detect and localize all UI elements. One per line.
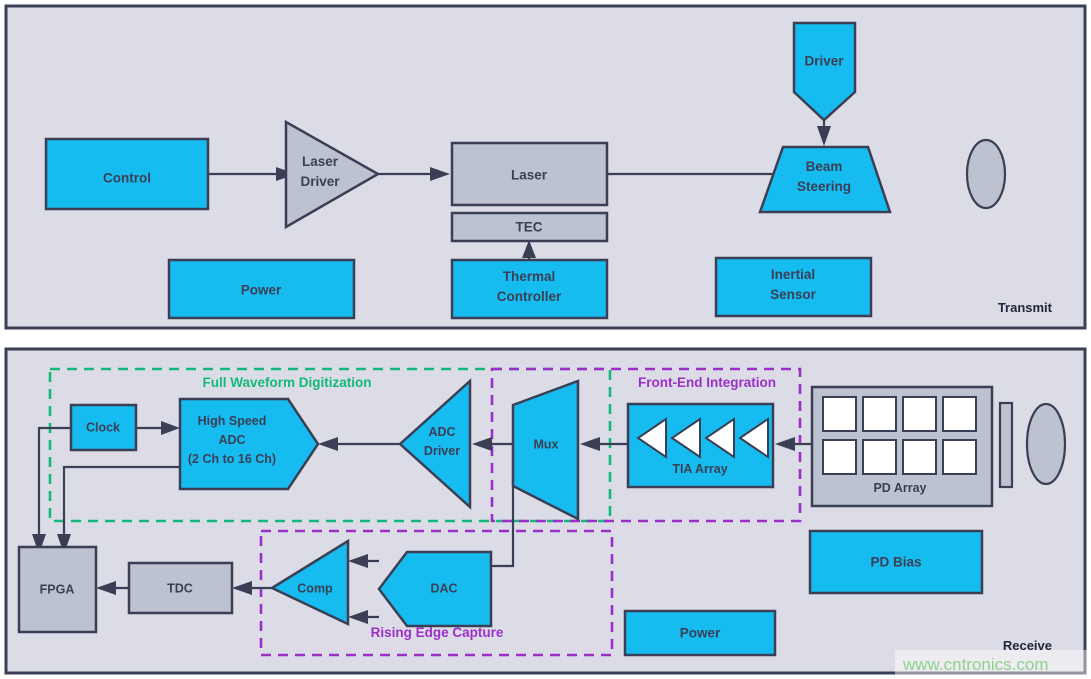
block-power-receive-label: Power: [680, 626, 721, 641]
block-inertial-label-1: Inertial: [771, 267, 815, 282]
block-adc-driver-label-1: ADC: [428, 425, 455, 439]
block-power-transmit-label: Power: [241, 283, 282, 298]
group-front-end-label: Front-End Integration: [638, 375, 776, 390]
block-power-receive: Power: [623, 609, 777, 657]
block-pd-array-label: PD Array: [873, 481, 926, 495]
block-pd-array: PD Array: [810, 385, 994, 508]
block-adc-label-3: (2 Ch to 16 Ch): [188, 452, 276, 466]
block-beam-steering-label-1: Beam: [806, 159, 843, 174]
block-laser-driver-label-2: Driver: [300, 174, 340, 189]
block-tia-array-label: TIA Array: [672, 462, 727, 476]
block-driver-transmit-label: Driver: [804, 54, 844, 69]
block-tia-array: TIA Array: [626, 402, 775, 489]
block-fpga: FPGA: [17, 545, 98, 634]
block-adc-driver-label-2: Driver: [424, 444, 460, 458]
block-clock: Clock: [69, 403, 138, 452]
block-thermal-controller: Thermal Controller: [450, 258, 609, 320]
transmit-panel: Control Laser Driver Laser TEC Thermal C…: [4, 4, 1087, 330]
block-tec-label: TEC: [516, 220, 543, 235]
block-tdc-label: TDC: [167, 581, 193, 595]
group-full-waveform-label: Full Waveform Digitization: [202, 375, 371, 390]
block-control: Control: [44, 137, 210, 211]
block-pd-bias-label: PD Bias: [870, 555, 921, 570]
block-power-transmit: Power: [167, 258, 356, 320]
block-tdc: TDC: [127, 561, 234, 615]
block-fpga-label: FPGA: [40, 582, 75, 596]
receive-panel: Full Waveform Digitization Front-End Int…: [4, 347, 1087, 675]
block-inertial-label-2: Sensor: [770, 287, 817, 302]
block-beam-steering-label-2: Steering: [797, 179, 851, 194]
block-laser-label: Laser: [511, 168, 548, 183]
block-high-speed-adc: High Speed ADC (2 Ch to 16 Ch): [178, 397, 320, 491]
block-dac-label: DAC: [430, 581, 457, 595]
block-adc-label-2: ADC: [218, 433, 245, 447]
transmit-lens-icon: [965, 138, 1007, 210]
block-mux-label: Mux: [534, 437, 559, 451]
watermark-text: www.cntronics.com: [902, 655, 1048, 674]
block-beam-steering: Beam Steering: [758, 145, 892, 214]
block-tec: TEC: [450, 211, 609, 243]
block-clock-label: Clock: [86, 420, 120, 434]
block-comp-label: Comp: [297, 581, 333, 595]
block-control-label: Control: [103, 171, 151, 186]
receive-lens-icon: [1025, 402, 1067, 486]
transmit-panel-label: Transmit: [998, 300, 1053, 315]
block-thermal-label-1: Thermal: [503, 269, 556, 284]
block-pd-bias: PD Bias: [808, 529, 984, 595]
block-adc-label-1: High Speed: [198, 414, 267, 428]
block-laser: Laser: [450, 141, 609, 207]
block-thermal-label-2: Controller: [497, 289, 562, 304]
block-inertial-sensor: Inertial Sensor: [714, 256, 873, 318]
block-laser-driver-label-1: Laser: [302, 154, 339, 169]
watermark: www.cntronics.com: [895, 650, 1091, 679]
optical-filter-icon: [998, 401, 1014, 489]
lidar-block-diagram: Control Laser Driver Laser TEC Thermal C…: [0, 0, 1091, 679]
